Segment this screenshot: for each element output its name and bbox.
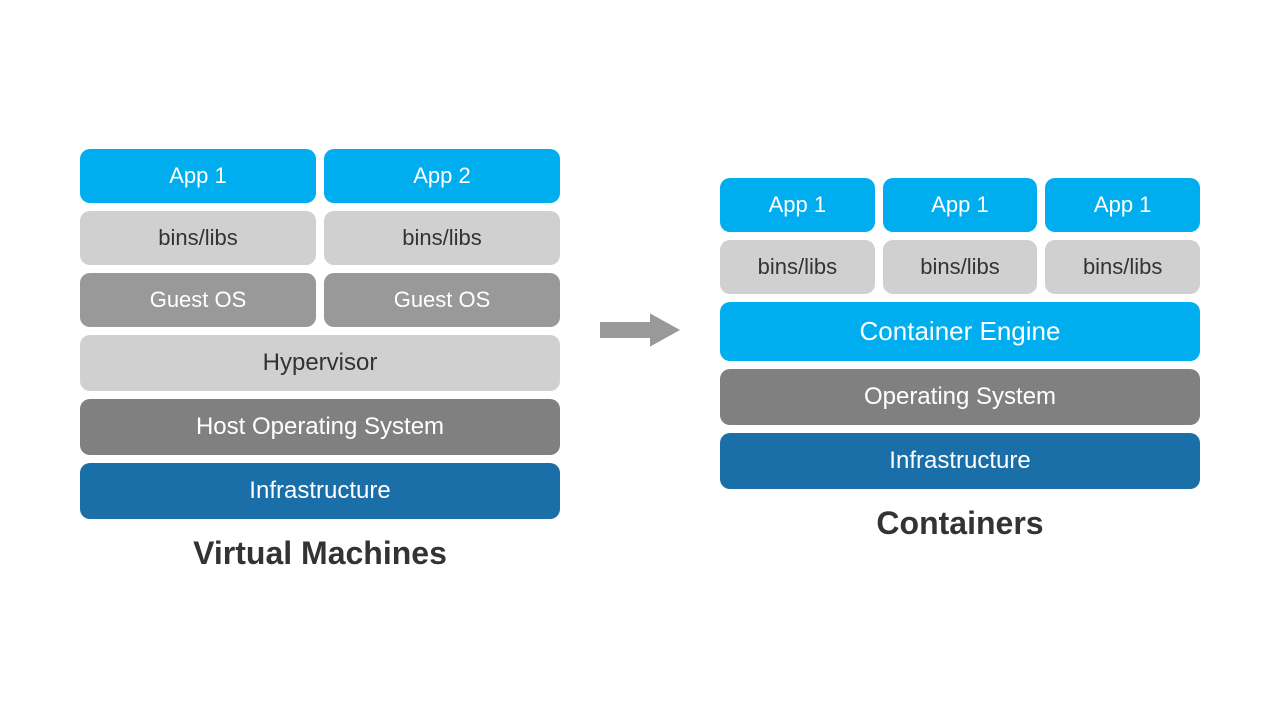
diagram-wrapper: App 1 App 2 bins/libs bins/libs Guest OS [60,129,1220,592]
vm-hypervisor-box: Hypervisor [80,335,560,391]
ct-os-box: Operating System [720,369,1200,425]
ct-bins1-box: bins/libs [720,240,875,294]
vm-stack: App 1 App 2 bins/libs bins/libs Guest OS [80,149,560,519]
vm-title: Virtual Machines [193,535,447,572]
ct-engine-row: Container Engine [720,302,1200,361]
ct-app-row: App 1 App 1 App 1 [720,178,1200,232]
vm-hostos-row: Host Operating System [80,399,560,455]
vm-bins2-box: bins/libs [324,211,560,265]
vm-hypervisor-row: Hypervisor [80,335,560,391]
containers-title: Containers [876,505,1043,542]
ct-infra-box: Infrastructure [720,433,1200,489]
ct-engine-box: Container Engine [720,302,1200,361]
ct-app1-box: App 1 [720,178,875,232]
arrow-container [600,305,680,355]
vm-bins1-box: bins/libs [80,211,316,265]
vm-guestos1-box: Guest OS [80,273,316,327]
vm-app1-box: App 1 [80,149,316,203]
virtual-machines-column: App 1 App 2 bins/libs bins/libs Guest OS [80,149,560,572]
vm-guestos-row: Guest OS Guest OS [80,273,560,327]
ct-app2-box: App 1 [883,178,1038,232]
vm-app2-box: App 2 [324,149,560,203]
vm-hostos-box: Host Operating System [80,399,560,455]
ct-app3-box: App 1 [1045,178,1200,232]
containers-column: App 1 App 1 App 1 bins/libs bins/libs [720,178,1200,542]
vm-infra-row: Infrastructure [80,463,560,519]
vm-app-row: App 1 App 2 [80,149,560,203]
ct-bins-row: bins/libs bins/libs bins/libs [720,240,1200,294]
vm-infra-box: Infrastructure [80,463,560,519]
container-stack: App 1 App 1 App 1 bins/libs bins/libs [720,178,1200,489]
vm-guestos2-box: Guest OS [324,273,560,327]
arrow-icon [600,305,680,355]
ct-os-row: Operating System [720,369,1200,425]
ct-bins3-box: bins/libs [1045,240,1200,294]
ct-infra-row: Infrastructure [720,433,1200,489]
vm-bins-row: bins/libs bins/libs [80,211,560,265]
ct-bins2-box: bins/libs [883,240,1038,294]
